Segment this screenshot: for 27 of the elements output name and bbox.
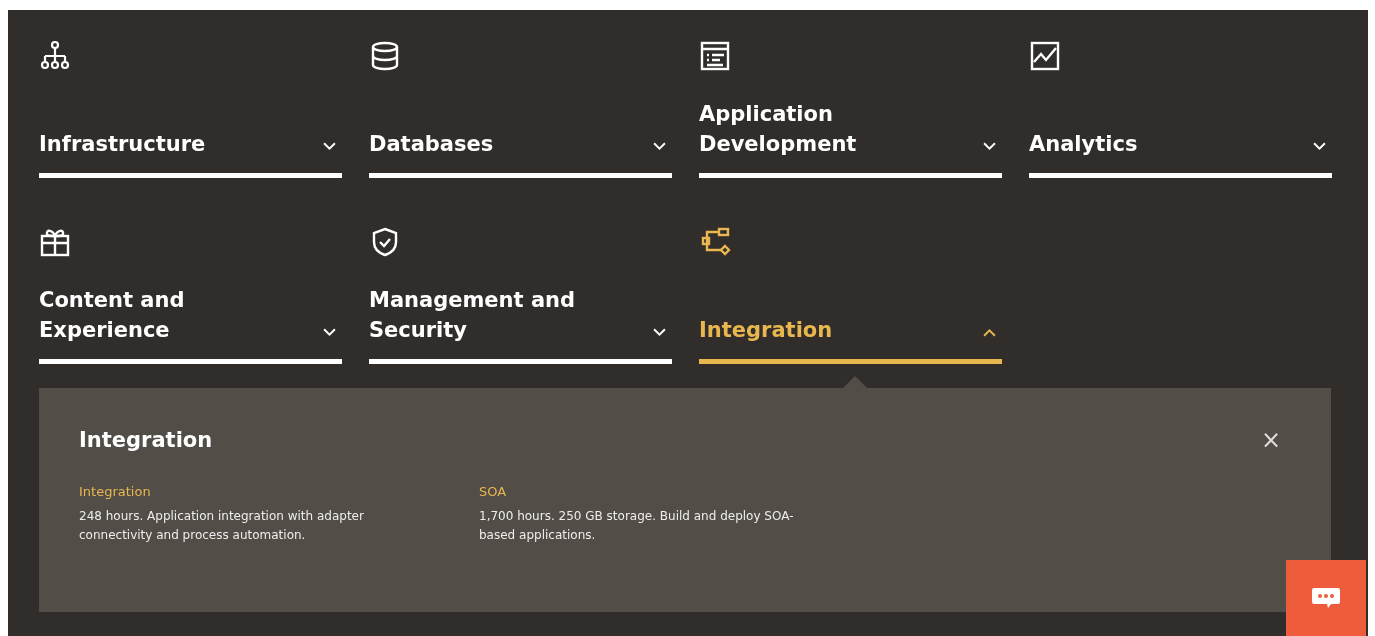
- category-tab[interactable]: Management and Security: [369, 226, 672, 364]
- service-link[interactable]: Integration: [79, 484, 449, 499]
- chat-button[interactable]: [1286, 560, 1366, 636]
- hierarchy-icon: [39, 40, 71, 72]
- chat-bubble-icon: [1311, 586, 1341, 610]
- close-button[interactable]: ×: [1254, 426, 1287, 454]
- chevron-down-icon: [983, 142, 996, 151]
- chevron-down-icon: [1313, 142, 1326, 151]
- chevron-down-icon: [323, 328, 336, 337]
- category-tab[interactable]: Application Development: [699, 40, 1002, 178]
- category-tab[interactable]: Infrastructure: [39, 40, 342, 178]
- service-description: 1,700 hours. 250 GB storage. Build and deploy SOA-based applications.: [479, 508, 795, 544]
- line-chart-icon: [1029, 40, 1061, 72]
- category-tab[interactable]: Analytics: [1029, 40, 1332, 178]
- service-description: 248 hours. Application integration with adapter connectivity and process automation.: [79, 508, 365, 544]
- category-tab[interactable]: Integration: [699, 226, 1002, 364]
- form-icon: [699, 40, 731, 72]
- category-tab[interactable]: Content and Experience: [39, 226, 342, 364]
- chevron-down-icon: [653, 328, 666, 337]
- flow-icon: [699, 226, 731, 258]
- category-tab[interactable]: Databases: [369, 40, 672, 178]
- database-icon: [369, 40, 401, 72]
- panel-title: Integration: [79, 428, 213, 452]
- service-link[interactable]: SOA: [479, 484, 849, 499]
- chevron-up-icon: [983, 328, 996, 337]
- chevron-down-icon: [653, 142, 666, 151]
- chevron-down-icon: [323, 142, 336, 151]
